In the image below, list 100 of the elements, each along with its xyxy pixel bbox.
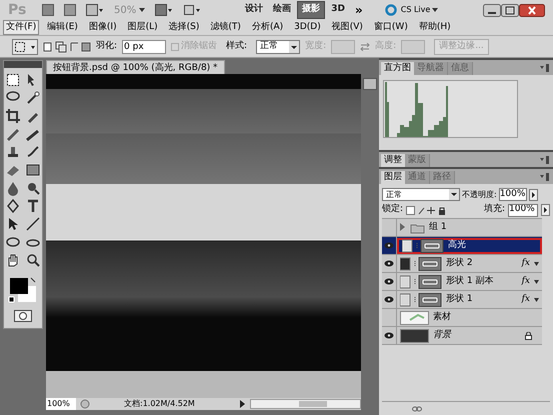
caret-icon[interactable] [139, 8, 146, 12]
menu-item[interactable]: 滤镜(T) [207, 20, 244, 36]
layer-row[interactable]: 形状 1 副本 fx [382, 273, 542, 291]
panel-tab[interactable]: 调整 [381, 154, 405, 167]
drop-icon[interactable] [5, 180, 21, 196]
caret-icon[interactable] [534, 298, 539, 302]
workspace-button[interactable]: 绘画 [269, 2, 296, 18]
eye-icon[interactable] [384, 242, 394, 249]
menu-item[interactable]: 窗口(W) [370, 20, 411, 36]
style-dropdown[interactable]: 正常 [256, 40, 300, 54]
status-menu-icon[interactable] [80, 399, 90, 409]
effects-label: fx [522, 274, 530, 288]
minimize-icon[interactable] [483, 4, 501, 16]
panel-menu-icon[interactable] [540, 156, 550, 164]
zoom-tool-icon[interactable] [25, 252, 41, 268]
blend-mode-dropdown[interactable]: 正常 [382, 188, 460, 201]
menu-item[interactable]: 帮助(H) [416, 20, 454, 36]
cs-live-button[interactable]: CS Live [400, 4, 438, 16]
layer-name: 素材 [433, 310, 451, 324]
layer-name: 高光 [448, 238, 466, 252]
menu-item[interactable]: 图层(L) [124, 20, 161, 36]
shape-thumbnail-icon[interactable] [400, 292, 442, 306]
layer-row[interactable]: 素材 [382, 309, 542, 327]
crop-tool-icon[interactable] [5, 108, 21, 124]
layer-name: 形状 2 [446, 256, 473, 270]
magic-wand-icon[interactable] [25, 90, 41, 106]
status-arrow-icon[interactable] [238, 399, 246, 409]
workspace-button[interactable]: 摄影 [297, 1, 326, 19]
shape-thumbnail-icon[interactable] [400, 274, 442, 288]
layer-row[interactable]: 形状 2 fx [382, 255, 542, 273]
menu-item[interactable]: 选择(S) [166, 20, 202, 36]
marquee-tool-icon[interactable] [5, 72, 21, 88]
menu-item[interactable]: 3D(D) [291, 20, 324, 36]
selection-mode-icon[interactable] [43, 40, 91, 52]
opacity-arrow-icon[interactable] [528, 188, 538, 200]
caret-icon[interactable] [534, 262, 539, 266]
layer-name: 背景 [433, 328, 451, 342]
layer-thumbnail-icon[interactable] [400, 310, 429, 324]
zoom-field[interactable]: 100% [46, 398, 76, 410]
effects-label: fx [522, 256, 530, 270]
caret-icon[interactable] [432, 8, 438, 12]
layer-name: 组 1 [429, 220, 447, 234]
menu-item[interactable]: 文件(F) [3, 20, 40, 36]
arrange-documents-icon[interactable] [155, 4, 174, 16]
line-tool-icon[interactable] [25, 216, 41, 232]
more-workspaces-button[interactable]: » [350, 1, 367, 19]
width-label: 宽度: [305, 40, 326, 53]
shape-thumbnail-icon[interactable] [402, 238, 444, 252]
fill-label: 填充: [484, 203, 505, 216]
layer-row[interactable]: 高光 [382, 237, 542, 255]
eye-icon[interactable] [384, 260, 394, 267]
menu-item[interactable]: 编辑(E) [44, 20, 81, 36]
restore-icon[interactable] [501, 4, 519, 16]
layer-thumbnail-icon[interactable] [400, 328, 429, 342]
menu-item[interactable]: 分析(A) [248, 20, 286, 36]
panel-tab[interactable]: 直方图 [381, 62, 414, 75]
feather-label: 羽化: [96, 40, 118, 53]
marquee-tool-icon[interactable] [12, 38, 38, 54]
document-size-text: 文档:1.02M/4.52M [124, 398, 196, 410]
menu-item[interactable]: 视图(V) [328, 20, 366, 36]
pen-tool-icon[interactable] [5, 198, 21, 214]
lock-options-icon[interactable] [406, 206, 446, 214]
workspace-button[interactable]: 3D [327, 2, 349, 18]
eye-icon[interactable] [384, 332, 394, 339]
effects-label: fx [522, 292, 530, 306]
lock-icon[interactable] [525, 332, 532, 340]
cs-live-icon[interactable] [384, 4, 397, 16]
opacity-input[interactable]: 100% [498, 188, 527, 201]
fill-input[interactable]: 100% [508, 204, 538, 216]
workspace-button[interactable]: 设计 [241, 2, 268, 18]
link-icon[interactable] [412, 406, 422, 412]
layer-row[interactable]: 形状 1 fx [382, 291, 542, 309]
height-input[interactable] [401, 40, 426, 54]
gradient-icon[interactable] [25, 162, 41, 178]
eye-icon[interactable] [384, 278, 394, 285]
screen-mode-icon[interactable] [183, 4, 202, 16]
horizontal-scrollbar[interactable] [250, 399, 361, 409]
layer-name: 形状 1 副本 [446, 274, 494, 288]
app-logo: Ps [8, 0, 28, 20]
stamp-icon[interactable] [5, 144, 21, 160]
caret-icon[interactable] [534, 280, 539, 284]
eye-icon[interactable] [384, 296, 394, 303]
layer-name: 形状 1 [446, 292, 473, 306]
lock-label: 锁定: [382, 203, 404, 216]
panel-menu-icon[interactable] [540, 64, 550, 72]
menu-item[interactable]: 图像(I) [86, 20, 120, 36]
layer-row[interactable]: 背景 [382, 327, 542, 345]
color-swatches-icon[interactable] [8, 276, 38, 304]
text-tool-icon[interactable] [25, 198, 41, 214]
document-tab[interactable]: 按钮背景.psd @ 100% (高光, RGB/8) * [46, 60, 225, 74]
opacity-label: 不透明度: [462, 188, 497, 200]
close-icon[interactable] [519, 4, 545, 16]
fill-arrow-icon[interactable] [541, 204, 550, 216]
width-input[interactable] [331, 40, 356, 54]
feather-input[interactable]: 0 px [122, 40, 166, 54]
quick-mask-icon[interactable] [14, 310, 32, 322]
view-extras-icon[interactable] [86, 4, 104, 16]
panel-menu-icon[interactable] [540, 173, 550, 181]
panel-tab[interactable]: 图层 [381, 171, 405, 184]
shape-thumbnail-icon[interactable] [400, 256, 442, 270]
